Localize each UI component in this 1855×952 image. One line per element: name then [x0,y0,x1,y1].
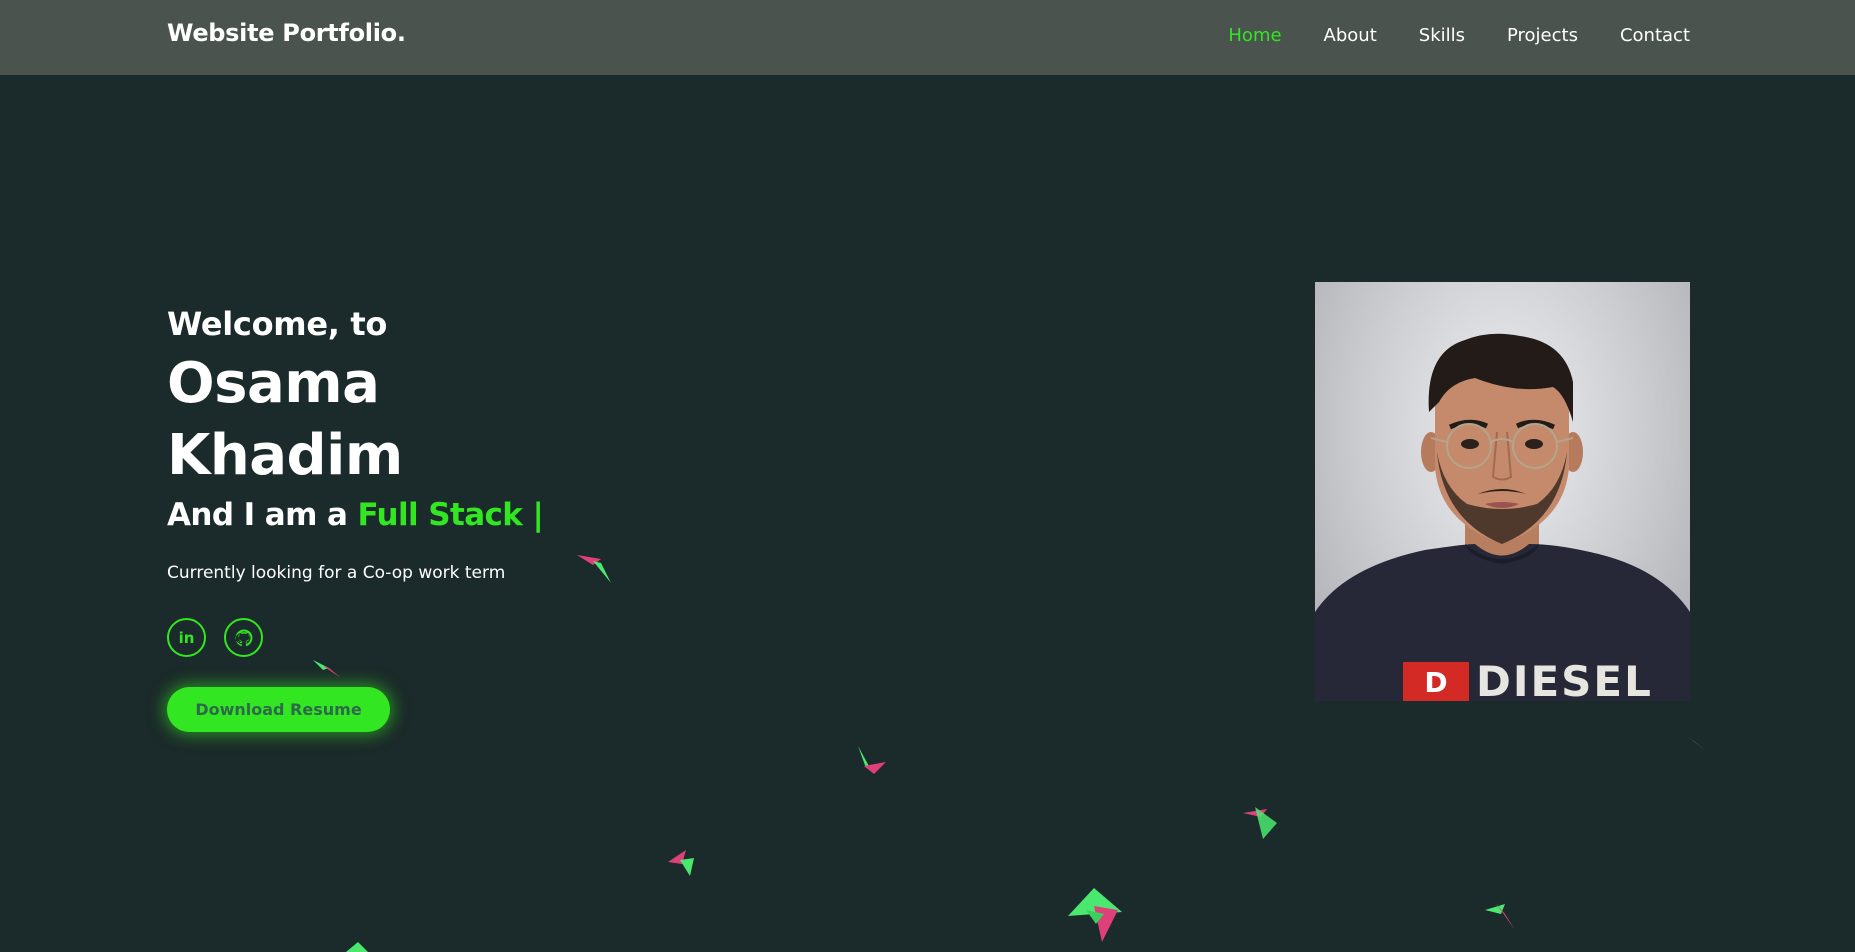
bird-decoration [346,942,368,952]
first-name: Osama [167,351,380,416]
github-button[interactable] [224,618,263,657]
nav-link-about[interactable]: About [1324,25,1377,46]
last-name: Khadim [167,423,403,488]
bird-decoration [1485,902,1515,930]
svg-text:D: D [1424,666,1447,699]
linkedin-icon: in [178,628,195,647]
role-prefix: And I am a [167,497,348,533]
social-links: in [167,618,263,657]
bird-decoration [668,850,694,876]
hero-section: Welcome, to Osama Khadim And I am a Full… [167,300,544,583]
role-line: And I am a Full Stack | [167,494,544,536]
bird-decoration [577,555,611,583]
role-typed-text: Full Stack | [357,497,544,533]
bird-decoration [858,746,886,774]
github-icon [234,629,252,646]
bird-decoration [1068,888,1122,942]
svg-text:DIESEL: DIESEL [1476,657,1653,701]
navbar: Website Portfolio. Home About Skills Pro… [0,0,1855,75]
download-resume-button[interactable]: Download Resume [167,687,390,732]
profile-photo: D DIESEL [1315,282,1690,701]
nav-link-skills[interactable]: Skills [1419,25,1465,46]
welcome-heading: Welcome, to [167,305,388,343]
linkedin-button[interactable]: in [167,618,206,657]
nav-link-contact[interactable]: Contact [1620,25,1690,46]
brand-logo[interactable]: Website Portfolio. [167,19,406,47]
nav-links: Home About Skills Projects Contact [1228,25,1690,46]
profile-photo-illustration: D DIESEL [1315,333,1690,701]
bird-decoration [1243,807,1277,839]
nav-link-projects[interactable]: Projects [1507,25,1578,46]
nav-link-home[interactable]: Home [1228,25,1281,46]
tagline: Currently looking for a Co-op work term [167,563,506,583]
bird-decoration [1687,736,1705,750]
bird-decoration [313,660,341,678]
